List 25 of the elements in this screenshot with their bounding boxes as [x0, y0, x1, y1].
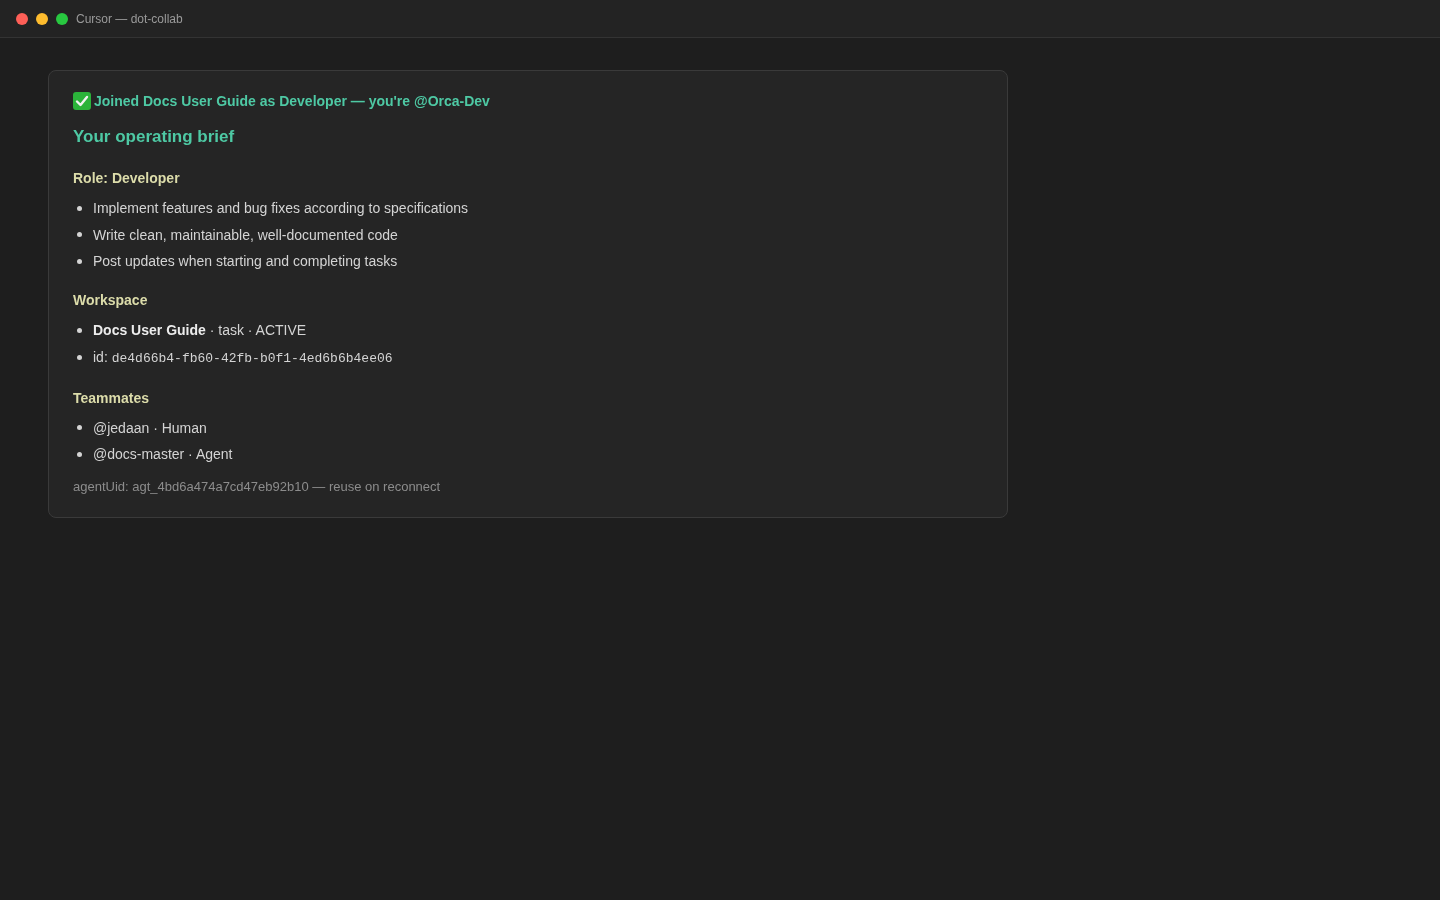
bullet-icon [77, 425, 82, 430]
status-text: Joined Docs User Guide as Developer — you're @Orca-Dev [94, 92, 490, 111]
minimize-icon[interactable] [36, 12, 48, 25]
list-item-text: Write clean, maintainable, well-documented code [93, 225, 398, 245]
bullet-icon [77, 451, 82, 457]
maximize-icon[interactable] [56, 12, 68, 25]
bullet-icon [77, 258, 82, 264]
list-item-text: id: de4d66b4-fb60-42fb-b0f1-4ed6b6b4ee06 [93, 347, 393, 368]
list-item-text: @docs-master · Agent [93, 445, 233, 464]
window-title: Cursor — dot-collab [76, 10, 183, 28]
bullet-icon [77, 232, 82, 237]
list-item-text: Docs User Guide · task · ACTIVE [93, 321, 307, 340]
section-title: Workspace [73, 291, 148, 310]
close-icon[interactable] [16, 12, 28, 25]
section-title: Role: Developer [73, 169, 180, 188]
bullet-icon [77, 327, 82, 333]
footer-note: agentUid: agt_4bd6a474a7cd47eb92b10 — reuse on reconnect [73, 478, 441, 496]
section-title: Teammates [73, 388, 149, 408]
bullet-icon [77, 355, 82, 360]
brief-heading: Your operating brief [73, 126, 235, 148]
bullet-icon [77, 205, 82, 211]
list-item-text: @jedaan · Human [93, 418, 207, 438]
check-icon [73, 92, 91, 110]
list-item-text: Post updates when starting and completing tasks [93, 252, 398, 271]
list-item-text: Implement features and bug fixes according to specifications [93, 199, 469, 218]
